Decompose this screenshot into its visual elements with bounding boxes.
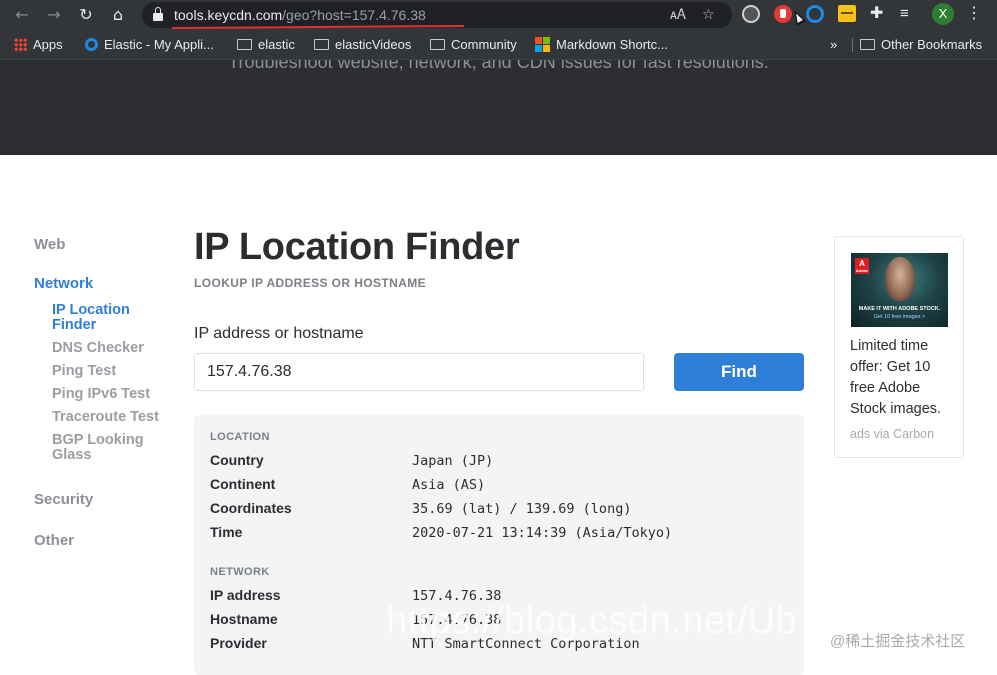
url-host: tools.keycdn.com [174, 7, 283, 23]
url-text[interactable]: tools.keycdn.com/geo?host=157.4.76.38 [174, 7, 426, 23]
menu-kebab-icon[interactable]: ⋮ [966, 4, 982, 24]
back-arrow-icon[interactable]: ← [11, 4, 33, 26]
bookmark-folder-elasticvideos[interactable]: elasticVideos [314, 30, 411, 60]
source-badge: @稀土掘金技术社区 [830, 633, 966, 650]
sidebar-item-ping-test[interactable]: Ping Test [52, 364, 172, 379]
ad-headline: MAKE IT WITH ADOBE STOCK. [858, 306, 941, 312]
sidebar-category-other[interactable]: Other [34, 532, 74, 549]
folder-icon [314, 39, 329, 51]
find-button[interactable]: Find [674, 353, 804, 391]
elastic-extension-icon[interactable] [806, 5, 824, 23]
page-title: IP Location Finder [194, 226, 520, 268]
ad-text[interactable]: Limited time offer: Get 10 free Adobe St… [850, 336, 958, 420]
other-bookmarks[interactable]: Other Bookmarks [860, 30, 982, 60]
folder-icon [430, 39, 445, 51]
sidebar-item-traceroute-test[interactable]: Traceroute Test [52, 410, 172, 425]
sidebar-item-bgp-looking-glass[interactable]: BGP Looking Glass [52, 433, 172, 463]
bookmark-label: Markdown Shortc... [556, 37, 668, 52]
bookmark-folder-elastic[interactable]: elastic [237, 30, 295, 60]
ad-image[interactable]: A Adobe MAKE IT WITH ADOBE STOCK. Get 10 … [851, 253, 948, 327]
extensions-puzzle-icon[interactable]: ✚ [870, 4, 883, 24]
microsoft-icon [535, 37, 550, 53]
sidebar-item-ip-location-finder[interactable]: IP Location Finder [52, 303, 172, 333]
section-title-network: NETWORK [210, 566, 270, 578]
result-value-continent: Asia (AS) [412, 477, 486, 493]
host-input[interactable] [194, 353, 644, 391]
bookmark-folder-community[interactable]: Community [430, 30, 517, 60]
bookmark-label: Other Bookmarks [881, 37, 983, 52]
result-key-ip-address: IP address [210, 587, 281, 603]
forward-arrow-icon[interactable]: → [43, 4, 65, 26]
bookmark-elastic-app[interactable]: Elastic - My Appli... [85, 30, 214, 60]
home-icon[interactable]: ⌂ [107, 4, 129, 26]
carbon-ad[interactable]: A Adobe MAKE IT WITH ADOBE STOCK. Get 10 … [834, 236, 964, 458]
browser-toolbar: ← → ↻ ⌂ tools.keycdn.com/geo?host=157.4.… [0, 0, 997, 30]
ad-portrait [885, 257, 915, 301]
bookmarks-divider [852, 38, 853, 52]
translate-icon[interactable]: 🗚 [670, 6, 686, 24]
result-key-continent: Continent [210, 476, 276, 492]
lock-icon[interactable] [153, 7, 163, 21]
bookmark-markdown[interactable]: Markdown Shortc... [535, 30, 668, 60]
result-value-coordinates: 35.69 (lat) / 139.69 (long) [412, 501, 632, 517]
folder-icon [860, 39, 875, 51]
elastic-icon [85, 38, 98, 52]
watermark-text: https://blog.csdn.net/Ub [386, 600, 798, 642]
bookmarks-bar: Apps Elastic - My Appli... elastic elast… [0, 30, 997, 60]
bookmark-label: Community [451, 37, 517, 52]
media-controls-icon[interactable]: ≡ [900, 4, 909, 24]
result-key-coordinates: Coordinates [210, 500, 292, 516]
hero-tagline: Troubleshoot website, network, and CDN i… [228, 60, 769, 72]
bookmark-label: Apps [33, 37, 63, 52]
hero-banner: Troubleshoot website, network, and CDN i… [0, 60, 997, 155]
result-key-time: Time [210, 524, 243, 540]
result-value-time: 2020-07-21 13:14:39 (Asia/Tokyo) [412, 525, 673, 541]
sidebar-category-security[interactable]: Security [34, 491, 93, 508]
bookmark-apps[interactable]: Apps [14, 30, 63, 60]
reload-icon[interactable]: ↻ [75, 4, 97, 26]
ad-via-link[interactable]: ads via Carbon [850, 427, 934, 441]
result-key-provider: Provider [210, 635, 267, 651]
profile-avatar[interactable]: X [932, 3, 954, 25]
bookmark-label: elasticVideos [335, 37, 412, 52]
result-key-hostname: Hostname [210, 611, 278, 627]
mouse-cursor-icon [790, 8, 806, 26]
sidebar-item-dns-checker[interactable]: DNS Checker [52, 341, 172, 356]
address-bar[interactable]: tools.keycdn.com/geo?host=157.4.76.38 🗚 … [142, 2, 732, 28]
sidebar-item-ping-ipv6-test[interactable]: Ping IPv6 Test [52, 387, 172, 402]
section-title-location: LOCATION [210, 431, 270, 443]
bookmark-label: Elastic - My Appli... [104, 37, 214, 52]
host-field-label: IP address or hostname [194, 325, 364, 342]
notes-extension-icon[interactable] [838, 5, 856, 22]
page-subtitle: LOOKUP IP ADDRESS OR HOSTNAME [194, 276, 427, 290]
star-icon[interactable]: ☆ [702, 6, 715, 24]
ad-logo-letter: A [859, 259, 865, 268]
url-path: /geo?host=157.4.76.38 [282, 7, 426, 23]
adobe-logo-icon: A Adobe [855, 258, 869, 274]
result-value-country: Japan (JP) [412, 453, 494, 469]
bookmark-label: elastic [258, 37, 295, 52]
result-key-country: Country [210, 452, 264, 468]
ad-logo-word: Adobe [855, 268, 869, 273]
sidebar-category-network[interactable]: Network [34, 275, 93, 292]
record-extension-icon[interactable] [742, 5, 760, 23]
sidebar-category-web[interactable]: Web [34, 236, 65, 253]
apps-grid-icon [14, 38, 27, 52]
stop-hand-extension-icon[interactable] [774, 5, 792, 23]
folder-icon [237, 39, 252, 51]
ad-cta: Get 10 free images > [873, 314, 926, 320]
bookmarks-overflow-button[interactable]: » [830, 30, 837, 60]
